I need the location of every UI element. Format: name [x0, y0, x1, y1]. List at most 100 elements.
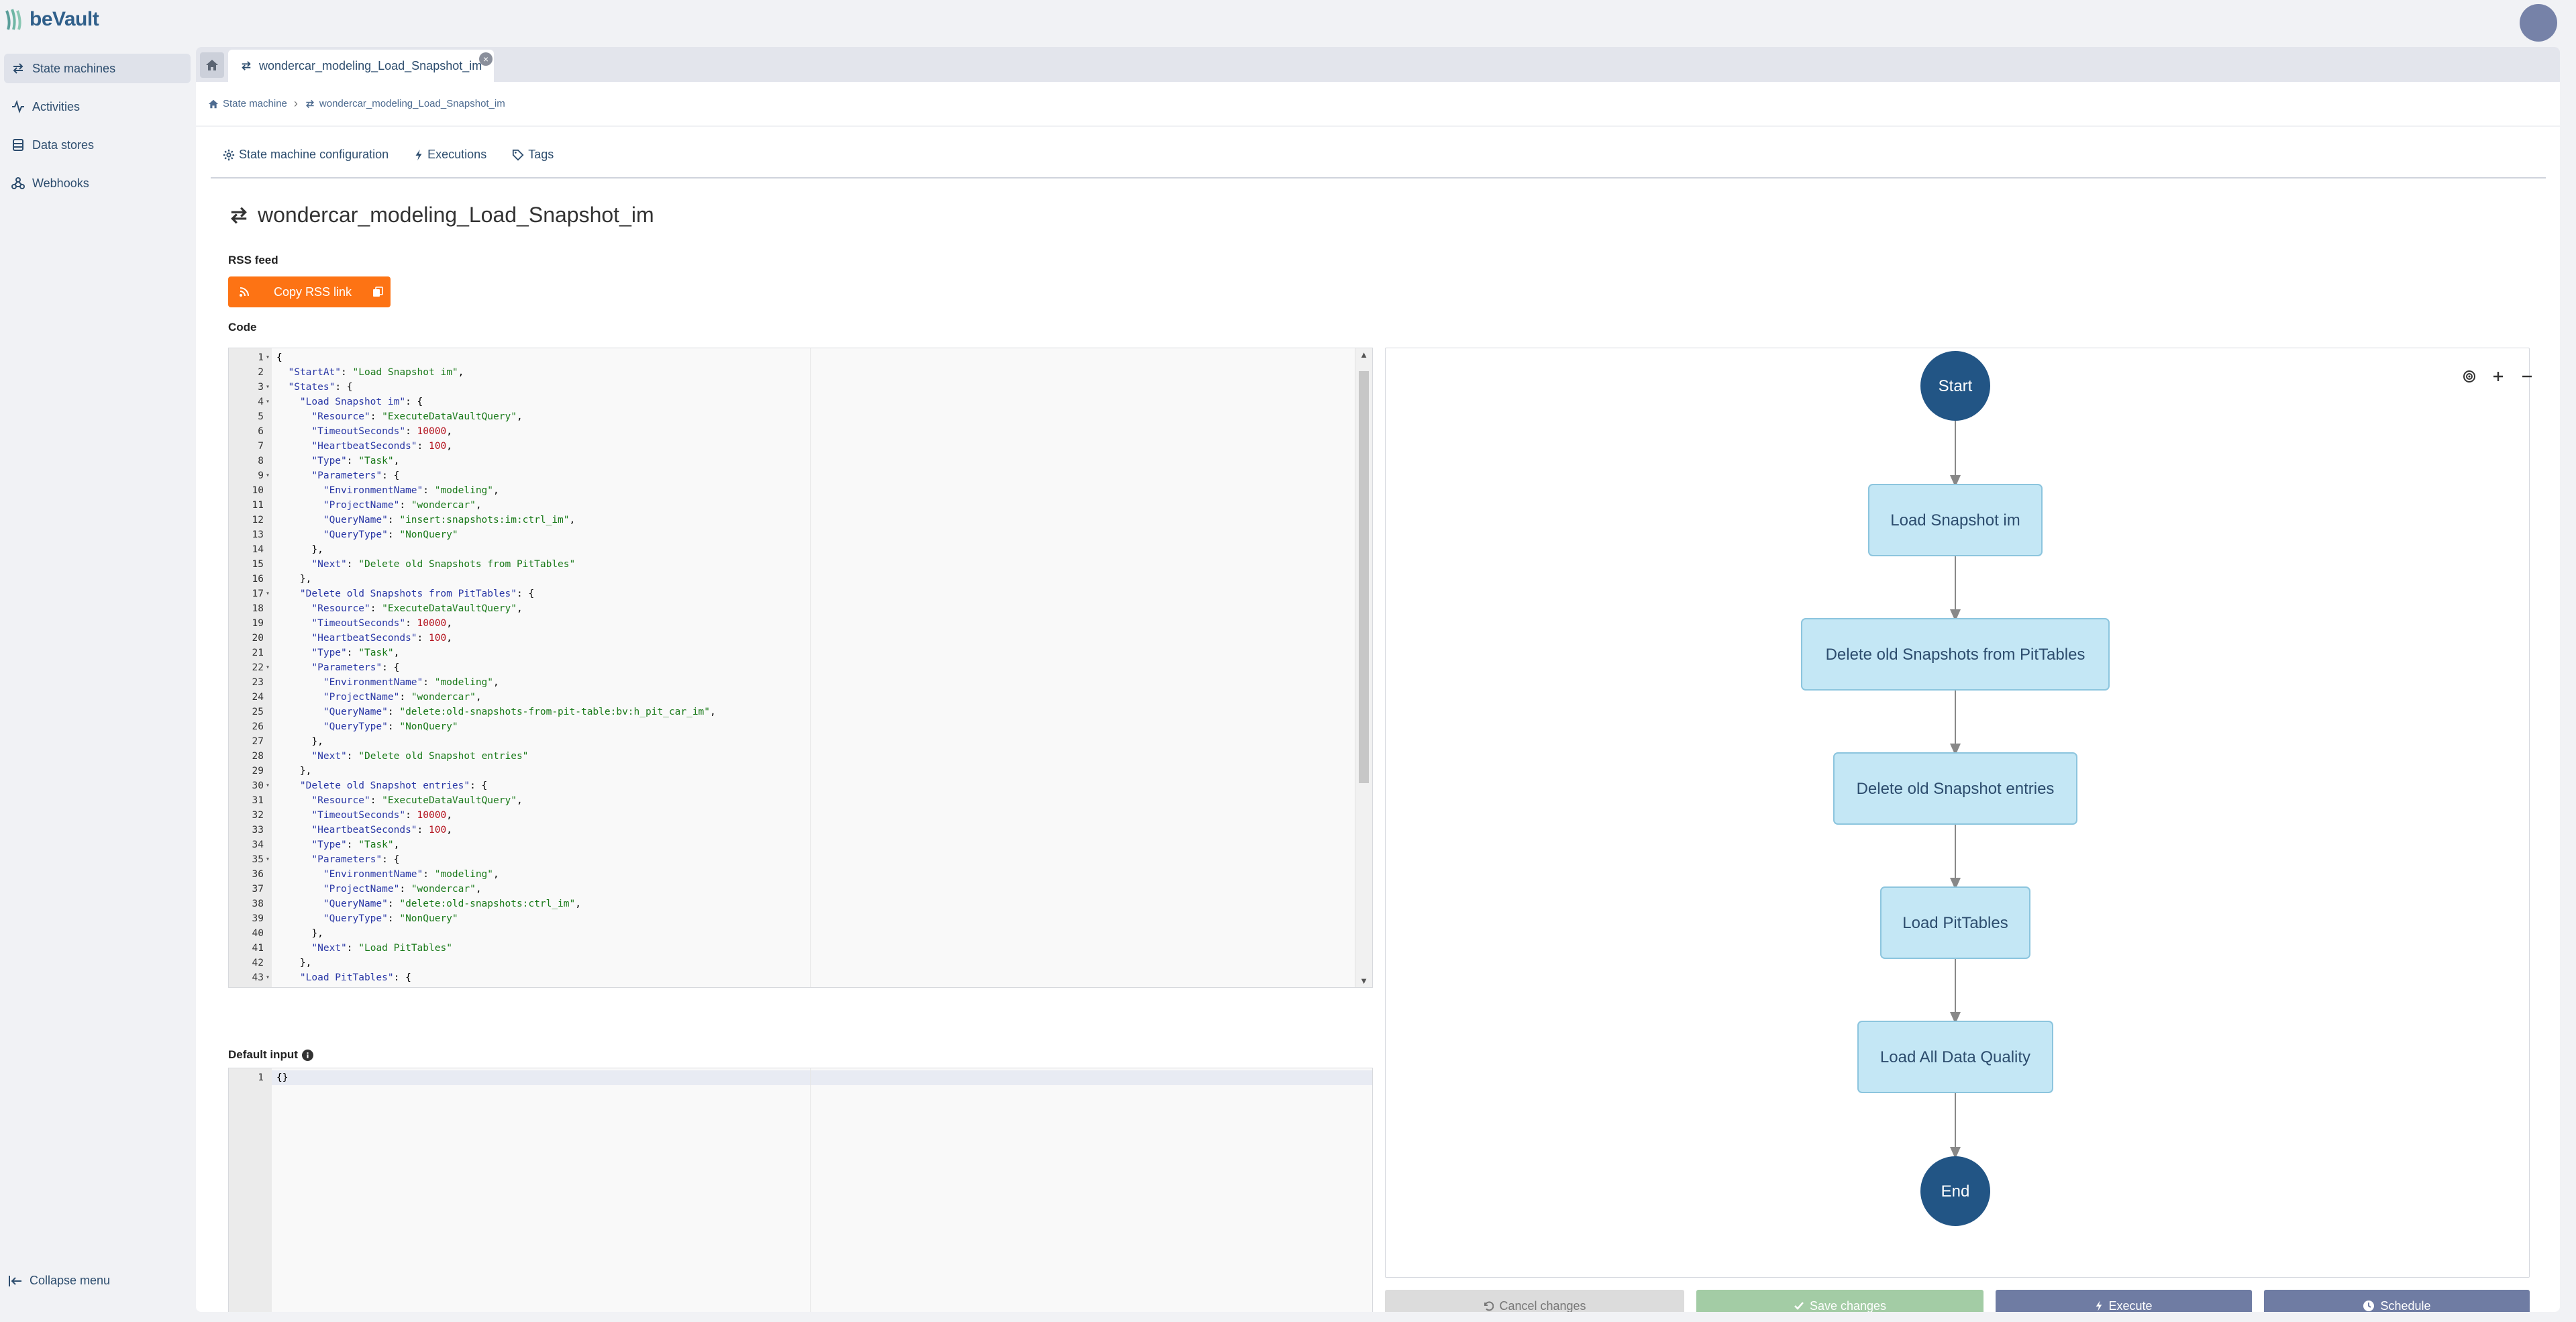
code-editor[interactable]: 1 ▾{2 "StartAt": "Load Snapshot im", 3 ▾ "S… — [228, 348, 1373, 988]
line-number: 36 — [252, 869, 264, 880]
diagram-terminal-node[interactable]: End — [1920, 1156, 1990, 1226]
sidebar-item-label: Activities — [32, 99, 81, 113]
breadcrumb-current[interactable]: wondercar_modeling_Load_Snapshot_im — [305, 98, 505, 109]
diagram-task-node[interactable]: Delete old Snapshot entries — [1833, 752, 2077, 825]
tab-state-machine[interactable]: wondercar_modeling_Load_Snapshot_im — [228, 50, 495, 82]
scroll-up-icon[interactable]: ▲ — [1355, 350, 1372, 360]
cancel-changes-button[interactable]: Cancel changes — [1385, 1290, 1684, 1312]
exchange-icon — [305, 99, 314, 108]
breadcrumb-current-label: wondercar_modeling_Load_Snapshot_im — [319, 98, 505, 109]
input-gutter — [229, 1068, 272, 1312]
sidebar-item-state-machines[interactable]: State machines — [4, 54, 191, 83]
app-name: beVault — [30, 8, 99, 30]
fold-toggle-icon[interactable]: ▾ — [264, 380, 272, 395]
sidebar-item-webhooks[interactable]: Webhooks — [4, 168, 191, 198]
line-number: 15 — [252, 559, 264, 570]
code-text: "ProjectName": "wondercar", — [323, 500, 482, 511]
tab-executions[interactable]: Executions — [414, 148, 486, 162]
save-changes-button[interactable]: Save changes — [1696, 1290, 1983, 1312]
fold-toggle-icon[interactable]: ▾ — [264, 350, 272, 365]
sidebar-nav: State machines Activities Data stores We… — [4, 54, 191, 207]
code-line: 41 "Next": "Load PitTables" — [229, 941, 1355, 956]
diagram-terminal-node[interactable]: Start — [1920, 351, 1990, 421]
schedule-button[interactable]: Schedule — [2264, 1290, 2530, 1312]
state-machine-diagram[interactable]: Start Load Snapshot im Delete old Snapshot… — [1385, 348, 2532, 1278]
breadcrumb-separator: › — [293, 97, 298, 110]
page-title: wondercar_modeling_Load_Snapshot_im — [228, 203, 654, 227]
fold-toggle-icon[interactable]: ▾ — [264, 395, 272, 409]
breadcrumb-root-label: State machine — [223, 98, 287, 109]
line-number: 38 — [252, 899, 264, 909]
fold-toggle-icon[interactable]: ▾ — [264, 468, 272, 483]
line-number: 23 — [252, 677, 264, 688]
copy-rss-link-button[interactable]: Copy RSS link — [228, 276, 391, 307]
breadcrumb-root[interactable]: State machine — [208, 98, 287, 109]
rss-feed-label: RSS feed — [228, 254, 278, 266]
line-number: 24 — [252, 692, 264, 703]
node-label: Load PitTables — [1902, 914, 2008, 932]
fold-toggle-icon[interactable]: ▾ — [264, 587, 272, 601]
target-icon[interactable] — [2459, 366, 2479, 387]
input-lines: 1 {} — [229, 1070, 1355, 1085]
execute-button[interactable]: Execute — [1996, 1290, 2252, 1312]
code-label: Code — [228, 321, 257, 334]
app-logo[interactable]: beVault — [4, 8, 99, 31]
code-line: 15 "Next": "Delete old Snapshots from Pi… — [229, 557, 1355, 572]
page-tabs: State machine configuration Executions T… — [223, 148, 554, 162]
code-scrollbar[interactable]: ▲ ▼ — [1355, 348, 1372, 987]
plus-icon[interactable] — [2488, 366, 2508, 387]
diagram-task-node[interactable]: Delete old Snapshots from PitTables — [1801, 618, 2110, 691]
code-line: 17 ▾ "Delete old Snapshots from PitTables… — [229, 587, 1355, 601]
avatar[interactable] — [2520, 4, 2557, 42]
scrollbar-thumb[interactable] — [1359, 371, 1369, 783]
tab-label: Executions — [427, 148, 487, 161]
info-icon[interactable] — [301, 1049, 313, 1061]
diagram-task-node[interactable]: Load Snapshot im — [1868, 484, 2043, 556]
tab-configuration[interactable]: State machine configuration — [223, 148, 389, 162]
close-tab-icon[interactable]: × — [479, 52, 493, 66]
code-line: 4 ▾ "Load Snapshot im": { — [229, 395, 1355, 409]
sidebar-item-data-stores[interactable]: Data stores — [4, 130, 191, 160]
line-number: 28 — [252, 751, 264, 762]
line-number: 5 — [258, 411, 264, 422]
fold-toggle-icon[interactable]: ▾ — [264, 852, 272, 867]
minus-icon[interactable] — [2517, 366, 2537, 387]
diagram-task-node[interactable]: Load All Data Quality — [1857, 1021, 2053, 1093]
diagram-task-node[interactable]: Load PitTables — [1880, 886, 2030, 959]
scroll-down-icon[interactable]: ▼ — [1355, 976, 1372, 986]
fold-toggle-icon[interactable]: ▾ — [264, 778, 272, 793]
line-number: 16 — [252, 574, 264, 584]
code-text: "ProjectName": "wondercar", — [323, 692, 482, 703]
code-text: "Parameters": { — [311, 470, 400, 481]
fold-toggle-icon[interactable]: ▾ — [264, 970, 272, 985]
rss-icon — [228, 287, 260, 297]
code-line: 22 ▾ "Parameters": { — [229, 660, 1355, 675]
code-text: "HeartbeatSeconds": 100, — [311, 441, 452, 452]
copy-icon — [365, 287, 391, 297]
breadcrumb-divider — [196, 125, 2560, 127]
tab-home[interactable] — [200, 52, 224, 78]
code-text: "TimeoutSeconds": 10000, — [311, 810, 452, 821]
default-input-editor[interactable]: 1 {} — [228, 1068, 1373, 1312]
code-line: 29 }, — [229, 764, 1355, 778]
line-number: 30 — [252, 780, 264, 791]
collapse-menu-button[interactable]: Collapse menu — [8, 1274, 110, 1288]
fold-toggle-icon[interactable]: ▾ — [264, 660, 272, 675]
line-number: 40 — [252, 928, 264, 939]
tab-tags[interactable]: Tags — [512, 148, 554, 162]
sidebar-item-activities[interactable]: Activities — [4, 92, 191, 121]
code-text: "Next": "Load PitTables" — [311, 943, 452, 954]
